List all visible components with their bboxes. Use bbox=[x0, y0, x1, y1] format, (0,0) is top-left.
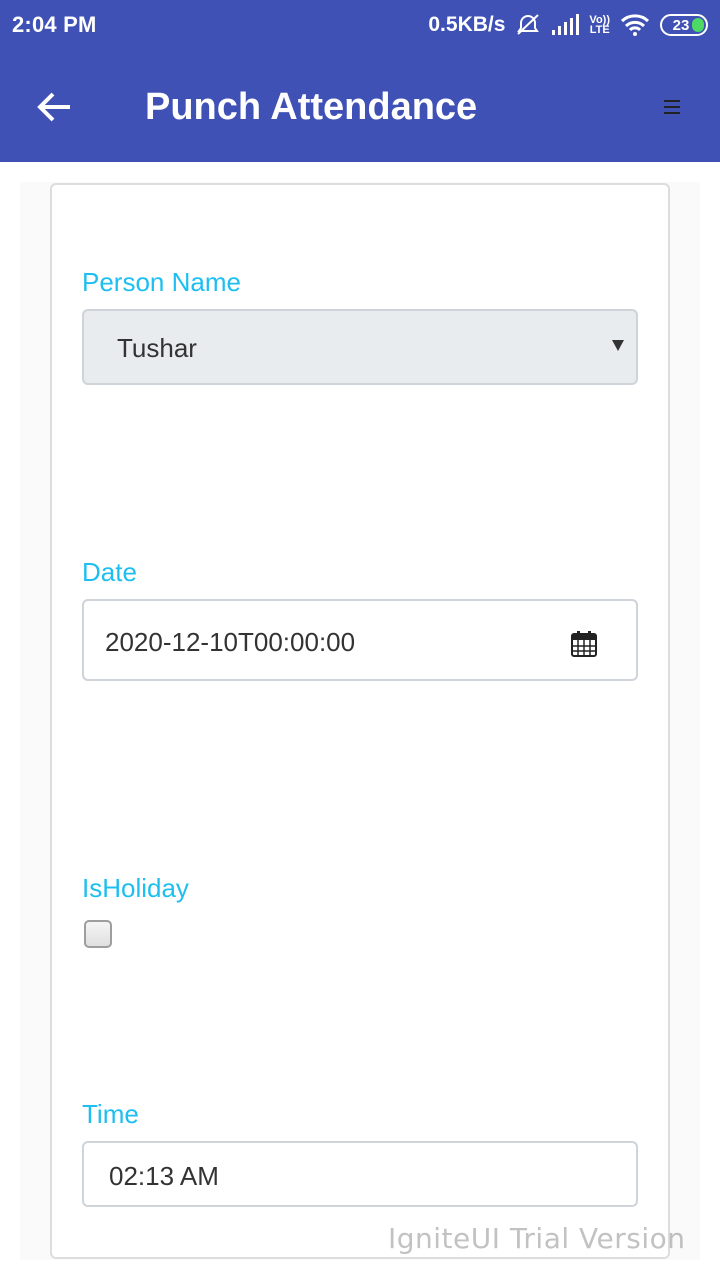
calendar-icon[interactable] bbox=[570, 630, 598, 658]
status-time: 2:04 PM bbox=[12, 12, 97, 37]
is-holiday-label: IsHoliday bbox=[82, 873, 189, 903]
wifi-icon bbox=[620, 14, 650, 36]
time-value: 02:13 AM bbox=[109, 1161, 219, 1191]
battery-level: 23 bbox=[672, 16, 690, 34]
time-label: Time bbox=[82, 1099, 139, 1129]
app-header: 2:04 PM 0.5KB/s Vo)) LTE 23 Punch Attend… bbox=[0, 0, 720, 162]
is-holiday-checkbox[interactable] bbox=[84, 920, 112, 948]
back-button[interactable] bbox=[30, 84, 80, 130]
battery-icon: 23 bbox=[660, 14, 708, 36]
person-name-label: Person Name bbox=[82, 267, 241, 297]
trial-watermark: IgniteUI Trial Version bbox=[388, 1222, 686, 1255]
menu-button[interactable] bbox=[658, 94, 686, 120]
time-input[interactable]: 02:13 AM bbox=[82, 1141, 638, 1207]
volte-icon: Vo)) LTE bbox=[589, 14, 610, 36]
signal-icon bbox=[551, 14, 580, 36]
hamburger-menu-icon bbox=[664, 100, 680, 114]
network-speed: 0.5KB/s bbox=[428, 13, 506, 36]
arrow-left-icon bbox=[37, 92, 70, 122]
dropdown-caret-icon bbox=[612, 340, 624, 351]
status-icons: 0.5KB/s Vo)) LTE 23 bbox=[428, 10, 708, 40]
date-label: Date bbox=[82, 557, 137, 587]
page-title: Punch Attendance bbox=[145, 86, 478, 128]
date-input[interactable]: 2020-12-10T00:00:00 bbox=[82, 599, 638, 681]
date-value: 2020-12-10T00:00:00 bbox=[105, 627, 356, 657]
alarm-off-icon bbox=[515, 13, 541, 37]
person-name-value: Tushar bbox=[117, 333, 197, 363]
person-name-select[interactable]: Tushar bbox=[82, 309, 638, 385]
